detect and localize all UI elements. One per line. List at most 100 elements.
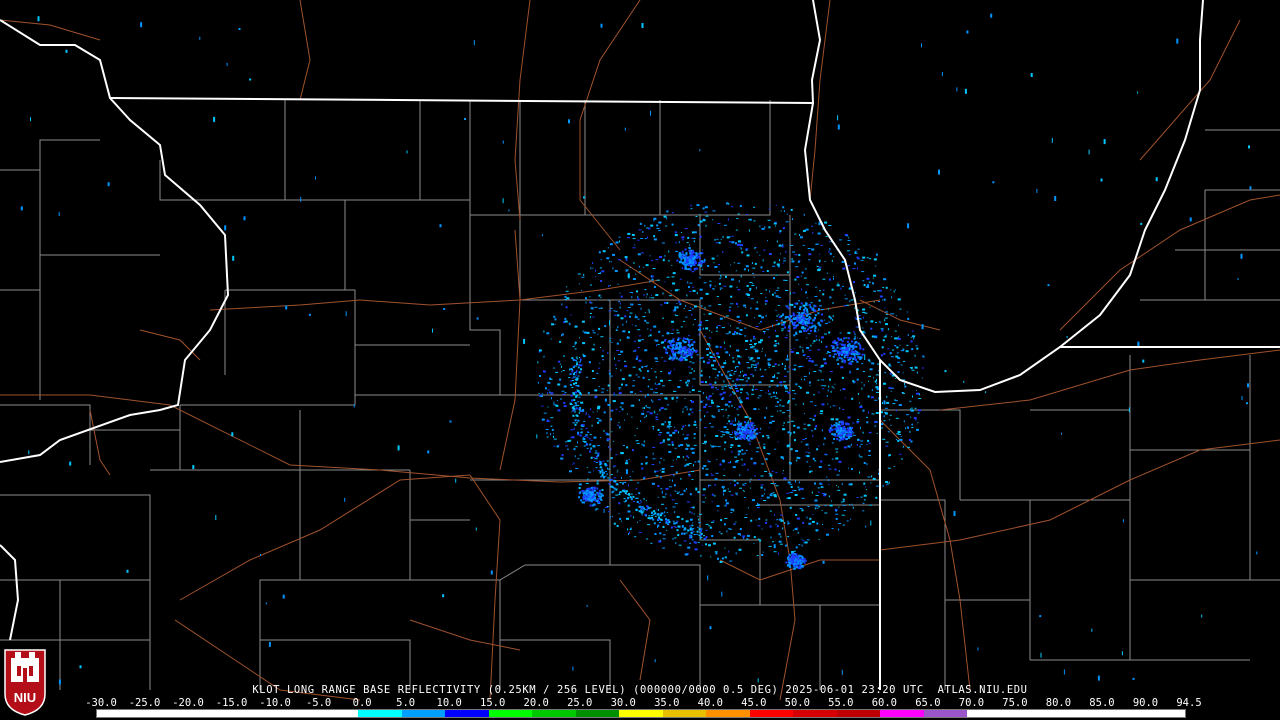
- radar-echo: [765, 303, 767, 305]
- radar-echo: [736, 218, 739, 219]
- radar-echo: [710, 521, 714, 523]
- radar-echo: [857, 438, 860, 441]
- radar-echo: [718, 304, 722, 305]
- radar-echo: [890, 356, 894, 358]
- radar-echo: [600, 391, 604, 393]
- radar-echo: [688, 345, 691, 348]
- scale-segment: [532, 710, 576, 717]
- radar-echo: [748, 296, 750, 298]
- radar-echo: [816, 331, 818, 333]
- radar-echo: [841, 353, 843, 356]
- radar-echo: [671, 223, 674, 226]
- radar-echo: [639, 370, 642, 372]
- radar-echo: [831, 442, 834, 444]
- radar-echo: [610, 409, 614, 411]
- radar-echo: [654, 382, 656, 385]
- radar-echo: [657, 344, 660, 345]
- radar-echo: [780, 384, 782, 387]
- radar-echo: [783, 257, 786, 259]
- radar-echo: [798, 481, 800, 484]
- radar-echo: [770, 493, 773, 494]
- radar-echo: [741, 379, 744, 381]
- radar-echo: [828, 385, 830, 388]
- radar-echo: [764, 416, 766, 419]
- radar-echo: [809, 303, 811, 306]
- radar-echo: [651, 278, 654, 281]
- radar-echo: [676, 303, 678, 304]
- radar-echo: [597, 452, 600, 455]
- radar-echo: [881, 329, 884, 332]
- radar-echo: [737, 289, 741, 291]
- radar-echo: [751, 431, 754, 434]
- radar-echo: [638, 368, 641, 371]
- radar-echo: [723, 341, 725, 344]
- radar-echo: [572, 410, 575, 412]
- radar-echo: [748, 229, 750, 232]
- radar-echo: [596, 410, 598, 412]
- radar-echo: [854, 356, 856, 359]
- radar-echo: [680, 477, 682, 480]
- radar-echo: [808, 259, 811, 261]
- state-borders: [0, 0, 1280, 690]
- radar-echo: [688, 353, 691, 355]
- radar-echo: [549, 391, 551, 394]
- radar-echo: [654, 412, 656, 414]
- radar-echo: [866, 286, 870, 288]
- radar-echo: [641, 339, 645, 341]
- radar-echo: [624, 127, 626, 131]
- radar-echo: [650, 542, 653, 544]
- radar-echo: [646, 293, 648, 296]
- radar-echo: [585, 427, 588, 429]
- radar-echo: [889, 352, 892, 355]
- radar-echo: [646, 322, 649, 324]
- radar-echo: [861, 382, 863, 384]
- radar-echo: [798, 283, 800, 285]
- radar-echo: [818, 538, 820, 540]
- radar-echo: [655, 339, 659, 342]
- radar-echo: [698, 409, 701, 411]
- radar-echo: [667, 421, 671, 424]
- radar-echo: [616, 349, 620, 351]
- radar-echo: [603, 508, 605, 513]
- radar-echo: [691, 471, 695, 472]
- radar-echo: [783, 210, 785, 213]
- radar-echo: [812, 360, 813, 362]
- radar-echo: [856, 421, 859, 424]
- radar-echo: [897, 439, 900, 442]
- radar-echo: [672, 431, 676, 434]
- radar-echo: [776, 519, 779, 521]
- radar-echo: [702, 494, 706, 496]
- radar-echo: [730, 447, 732, 448]
- state-border-line: [0, 19, 230, 463]
- radar-echo: [832, 347, 835, 350]
- radar-echo: [638, 492, 641, 495]
- radar-echo: [654, 392, 658, 394]
- radar-echo: [249, 78, 252, 81]
- radar-echo: [685, 263, 688, 266]
- radar-echo: [579, 391, 582, 394]
- radar-echo: [666, 404, 669, 406]
- radar-echo: [795, 266, 799, 268]
- radar-echo: [576, 422, 578, 424]
- radar-echo: [790, 208, 793, 211]
- radar-echo: [627, 307, 631, 308]
- radar-echo: [844, 397, 846, 399]
- radar-echo: [720, 533, 723, 535]
- radar-echo: [833, 424, 836, 427]
- radar-echo: [652, 268, 656, 269]
- radar-echo: [589, 296, 591, 298]
- radar-echo: [843, 356, 846, 359]
- radar-echo: [760, 498, 762, 500]
- radar-echo: [778, 316, 781, 319]
- radar-echo: [840, 357, 843, 360]
- radar-echo: [734, 456, 738, 458]
- radar-echo: [829, 371, 833, 372]
- radar-echo: [757, 502, 759, 505]
- radar-echo: [662, 341, 665, 344]
- radar-echo: [719, 393, 723, 396]
- radar-echo: [782, 321, 786, 324]
- radar-echo: [691, 389, 695, 392]
- radar-echo: [809, 306, 812, 309]
- radar-echo: [777, 343, 779, 344]
- radar-echo: [780, 210, 782, 212]
